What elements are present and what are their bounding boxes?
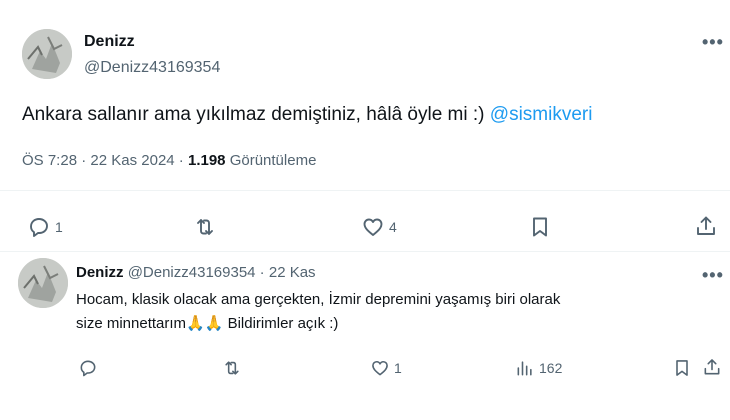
main-tweet: Denizz @Denizz43169354 ••• Ankara sallan… <box>0 0 730 251</box>
retweet-button[interactable] <box>222 358 246 378</box>
avatar-image <box>22 29 72 79</box>
author-handle[interactable]: @Denizz43169354 <box>128 264 256 281</box>
retweet-button[interactable] <box>193 215 221 239</box>
like-count: 4 <box>389 219 397 235</box>
reply-text-line: Hocam, klasik olacak ama gerçekten, İzmi… <box>76 291 561 308</box>
meta-separator: · <box>255 264 269 281</box>
author-handle[interactable]: @Denizz43169354 <box>84 59 220 77</box>
bookmark-button[interactable] <box>528 215 552 239</box>
author-name[interactable]: Denizz <box>84 33 135 51</box>
mention-link[interactable]: @sismikveri <box>490 104 593 125</box>
like-button[interactable]: 4 <box>361 215 397 239</box>
avatar-image <box>18 258 68 308</box>
reply-button[interactable]: 1 <box>27 215 63 239</box>
tweet-meta: ÖS 7:28 · 22 Kas 2024 · 1.198 Görüntülem… <box>22 152 316 169</box>
retweet-icon <box>197 219 213 235</box>
share-icon <box>704 359 720 375</box>
bookmark-button[interactable] <box>672 358 692 378</box>
reply-text-body: Bildirimler açık :) <box>223 315 339 332</box>
like-count: 1 <box>394 360 402 376</box>
praying-hands-emoji: 🙏🙏 <box>186 315 224 332</box>
more-icon[interactable]: ••• <box>702 33 724 51</box>
view-count: 1.198 <box>187 152 226 169</box>
share-icon <box>697 216 715 235</box>
reply-button[interactable] <box>78 358 102 378</box>
reply-header: Denizz @Denizz43169354 · 22 Kas <box>76 264 316 281</box>
like-icon <box>363 218 383 236</box>
more-icon[interactable]: ••• <box>702 266 724 284</box>
retweet-icon <box>225 361 239 375</box>
views-count: 162 <box>539 360 563 376</box>
reply-count: 1 <box>55 219 63 235</box>
tweet-time[interactable]: ÖS 7:28 <box>22 152 77 169</box>
view-label: Görüntüleme <box>225 152 317 169</box>
views-button[interactable]: 162 <box>515 358 562 378</box>
tweet-text-body: Ankara sallanır ama yıkılmaz demiştiniz,… <box>22 104 490 125</box>
reply-icon <box>80 360 96 377</box>
tweet-text: Ankara sallanır ama yıkılmaz demiştiniz,… <box>22 104 592 126</box>
reply-text-line: size minnettarım🙏🙏 Bildirimler açık :) <box>76 314 716 334</box>
bookmark-icon <box>676 360 688 376</box>
divider <box>0 190 730 191</box>
tweet-date[interactable]: 22 Kas <box>269 264 316 281</box>
meta-separator: · <box>174 152 188 169</box>
like-button[interactable]: 1 <box>370 358 402 378</box>
reply-text-body: size minnettarım <box>76 315 187 332</box>
share-button[interactable] <box>694 214 718 238</box>
bookmark-icon <box>533 217 547 237</box>
tweet-date[interactable]: 22 Kas 2024 <box>90 152 174 169</box>
meta-separator: · <box>77 152 91 169</box>
avatar[interactable] <box>18 258 68 308</box>
avatar[interactable] <box>22 29 72 79</box>
share-button[interactable] <box>702 357 722 377</box>
views-icon <box>517 361 532 376</box>
author-name[interactable]: Denizz <box>76 264 124 281</box>
like-icon <box>372 360 388 376</box>
reply-icon <box>30 218 48 237</box>
